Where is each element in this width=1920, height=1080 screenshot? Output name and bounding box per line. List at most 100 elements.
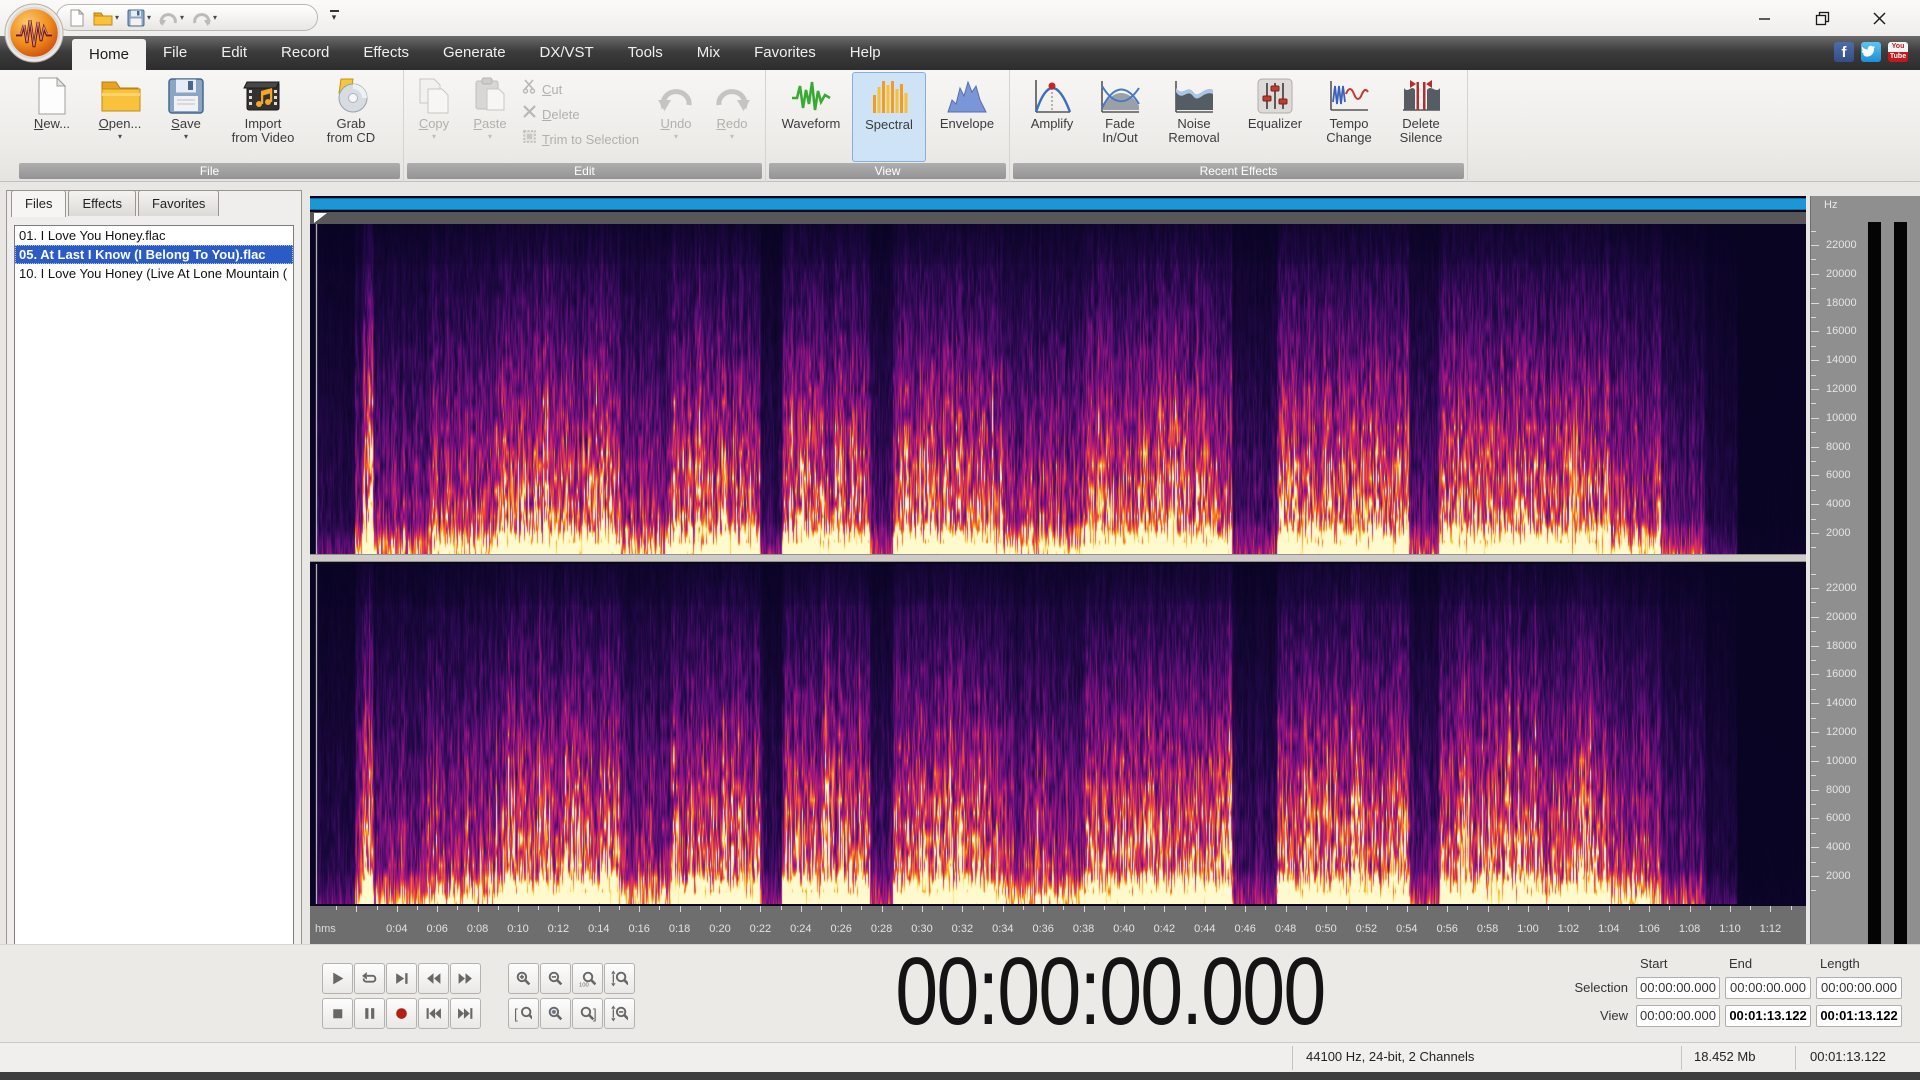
maximize-button[interactable] (1808, 6, 1838, 30)
view-start-field[interactable]: 00:00:00.000 (1636, 1005, 1720, 1027)
record-button[interactable] (386, 998, 417, 1029)
file-list-item[interactable]: 01. I Love You Honey.flac (15, 226, 293, 245)
tempo-change-button[interactable]: Tempo Change (1316, 72, 1382, 162)
trim-to-selection-button[interactable]: Trim to Selection (522, 128, 639, 150)
ruler-time-label: 0:48 (1274, 923, 1297, 935)
tab-home[interactable]: Home (72, 39, 147, 70)
amplify-button[interactable]: Amplify (1020, 72, 1084, 162)
selection-start-field[interactable]: 00:00:00.000 (1636, 977, 1720, 999)
quick-open-button[interactable]: ▾ (91, 7, 121, 29)
delete-button[interactable]: Delete (522, 103, 580, 125)
spectrogram-channel-2[interactable] (310, 564, 1806, 904)
equalizer-button[interactable]: Equalizer (1238, 72, 1312, 162)
cut-button[interactable]: Cut (522, 78, 562, 100)
panel-tab-files[interactable]: Files (11, 190, 67, 217)
import-from-video-button[interactable]: Import from Video (220, 72, 306, 162)
redo-dropdown-icon[interactable]: ▾ (213, 13, 217, 22)
frequency-tick (1811, 832, 1816, 834)
redo-icon (714, 75, 750, 117)
grab-from-cd-button[interactable]: Grab from CD (312, 72, 390, 162)
ruler-tick (1366, 906, 1368, 912)
copy-button[interactable]: Copy ▾ (408, 72, 460, 162)
undo-icon (159, 12, 177, 26)
tab-record[interactable]: Record (264, 36, 346, 70)
tab-tools[interactable]: Tools (611, 36, 680, 70)
zoom-vertical-in-button[interactable] (604, 963, 635, 994)
quick-undo-button[interactable]: ▾ (157, 7, 186, 29)
pause-button[interactable] (354, 998, 385, 1029)
position-bar[interactable] (310, 212, 1806, 224)
stop-button[interactable] (322, 998, 353, 1029)
play-to-cursor-button[interactable] (386, 963, 417, 994)
quick-redo-button[interactable]: ▾ (190, 7, 219, 29)
playhead-marker-icon[interactable] (314, 213, 327, 223)
zoom-in-button[interactable] (508, 963, 539, 994)
new-button[interactable]: New... (22, 72, 82, 162)
channel-divider[interactable] (310, 554, 1806, 562)
selection-end-field[interactable]: 00:00:00.000 (1725, 977, 1811, 999)
frequency-label: 18000 (1826, 296, 1857, 309)
fade-in-out-button[interactable]: Fade In/Out (1090, 72, 1150, 162)
play-button[interactable] (322, 963, 353, 994)
zoom-100-button[interactable]: 100 (572, 963, 603, 994)
delete-silence-button[interactable]: Delete Silence (1388, 72, 1454, 162)
open-button[interactable]: Open... ▾ (88, 72, 152, 162)
panel-tab-effects[interactable]: Effects (68, 190, 136, 216)
tab-mix[interactable]: Mix (680, 36, 737, 70)
tab-file[interactable]: File (146, 36, 204, 70)
minimize-button[interactable] (1750, 6, 1780, 30)
fast-forward-button[interactable] (450, 963, 481, 994)
selection-length-field[interactable]: 00:00:00.000 (1816, 977, 1902, 999)
waveform-view-button[interactable]: Waveform (774, 72, 848, 162)
tab-dx-vst[interactable]: DX/VST (523, 36, 611, 70)
noise-removal-button[interactable]: Noise Removal (1154, 72, 1234, 162)
frequency-label: 8000 (1826, 783, 1851, 796)
panel-tab-favorites[interactable]: Favorites (137, 190, 220, 216)
tab-edit[interactable]: Edit (204, 36, 264, 70)
go-to-end-button[interactable] (450, 998, 481, 1029)
quick-new-button[interactable] (67, 7, 87, 29)
tab-generate[interactable]: Generate (426, 36, 523, 70)
tab-help[interactable]: Help (833, 36, 898, 70)
save-dropdown-icon[interactable]: ▾ (147, 13, 151, 22)
tab-favorites[interactable]: Favorites (737, 36, 833, 70)
undo-button[interactable]: Undo ▾ (650, 72, 702, 162)
youtube-icon[interactable]: You Tube (1888, 42, 1908, 62)
redo-button[interactable]: Redo ▾ (706, 72, 758, 162)
loop-button[interactable] (354, 963, 385, 994)
zoom-out-button[interactable] (540, 963, 571, 994)
paste-button[interactable]: Paste ▾ (464, 72, 516, 162)
open-dropdown-icon[interactable]: ▾ (118, 132, 122, 141)
save-dropdown-icon[interactable]: ▾ (184, 132, 188, 141)
save-button[interactable]: Save ▾ (158, 72, 214, 162)
app-logo-button[interactable] (3, 2, 65, 69)
zoom-out-selection-button[interactable]: ] (572, 998, 603, 1029)
navigator-bar[interactable] (310, 198, 1806, 210)
file-list[interactable]: 01. I Love You Honey.flac 05. At Last I K… (14, 225, 294, 1003)
facebook-icon[interactable]: f (1834, 42, 1854, 62)
customize-quick-access-button[interactable]: ▾ (326, 8, 342, 26)
view-end-field[interactable]: 00:01:13.122 (1725, 1005, 1811, 1027)
open-dropdown-icon[interactable]: ▾ (115, 13, 119, 22)
close-button[interactable] (1864, 6, 1894, 30)
rewind-button[interactable] (418, 963, 449, 994)
frequency-tick (1811, 674, 1819, 676)
view-length-field[interactable]: 00:01:13.122 (1816, 1005, 1902, 1027)
tab-effects[interactable]: Effects (346, 36, 426, 70)
ruler-time-label: 0:40 (1113, 923, 1135, 935)
quick-save-button[interactable]: ▾ (125, 7, 153, 29)
record-icon (396, 1008, 407, 1019)
frequency-tick (1811, 489, 1816, 491)
twitter-icon[interactable] (1861, 42, 1881, 62)
zoom-in-center-button[interactable] (540, 998, 571, 1029)
file-list-item[interactable]: 10. I Love You Honey (Live At Lone Mount… (15, 264, 293, 283)
zoom-vertical-out-button[interactable] (604, 998, 635, 1029)
file-list-item[interactable]: 05. At Last I Know (I Belong To You).fla… (15, 245, 293, 264)
zoom-selection-button[interactable]: [ (508, 998, 539, 1029)
ribbon: New... Open... ▾ Save ▾ Import from Vide… (0, 70, 1920, 182)
envelope-view-button[interactable]: Envelope (930, 72, 1004, 162)
undo-dropdown-icon[interactable]: ▾ (180, 13, 184, 22)
spectrogram-channel-1[interactable] (310, 224, 1806, 554)
spectral-view-button[interactable]: Spectral (852, 72, 926, 162)
go-to-start-button[interactable] (418, 998, 449, 1029)
